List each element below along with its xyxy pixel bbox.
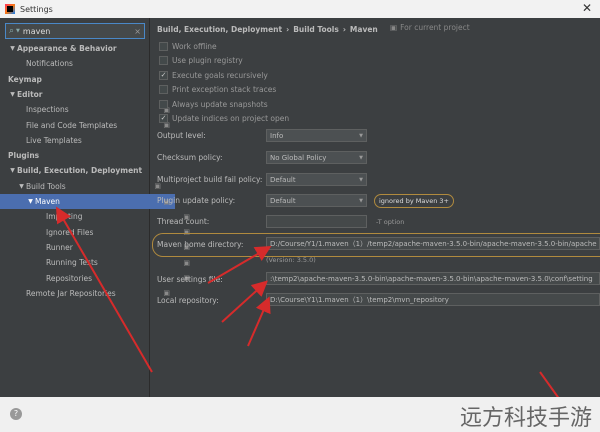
arrow-to-local-repo (247, 296, 271, 347)
arrow-corner (539, 371, 561, 401)
arrow-to-maven-home (207, 245, 272, 284)
arrow-to-maven-item (55, 206, 153, 373)
help-icon[interactable]: ? (10, 408, 22, 420)
watermark-text: 远方科技手游 (459, 406, 592, 431)
annotation-arrows (55, 206, 561, 401)
arrow-to-user-settings (221, 280, 268, 323)
